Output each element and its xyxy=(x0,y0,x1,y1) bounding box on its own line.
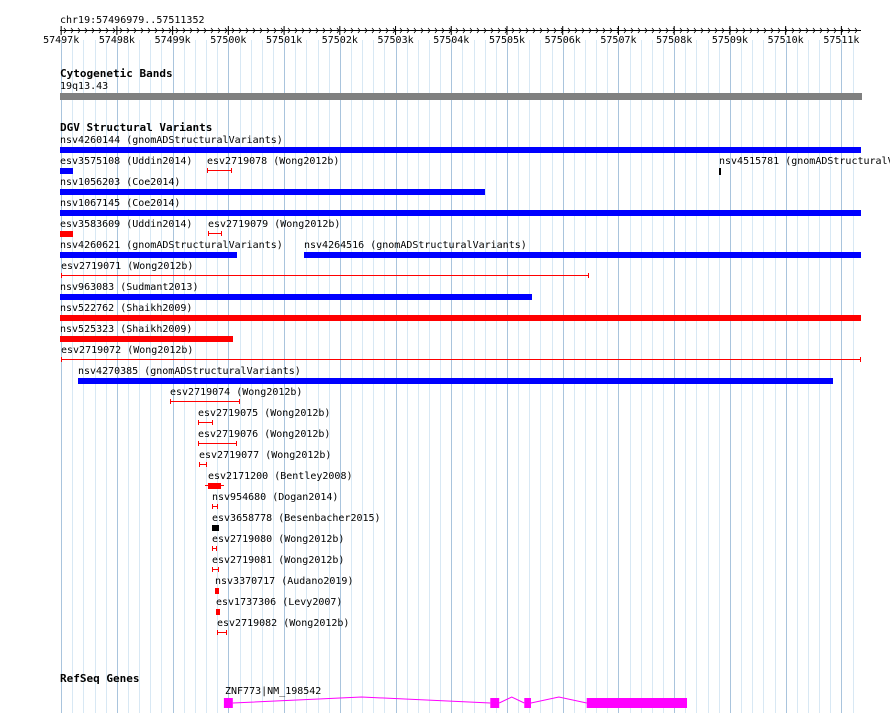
gene-intron xyxy=(232,696,491,704)
gene-intron xyxy=(530,696,587,704)
gene-exon xyxy=(490,698,500,708)
genome-browser-view: chr19:57496979..57511352 57497k 57498k 574… xyxy=(0,0,890,713)
gene-exon xyxy=(524,698,531,708)
gene-exon xyxy=(223,698,233,708)
gene-exon xyxy=(586,698,688,708)
gene-intron xyxy=(498,696,525,704)
gene-model[interactable] xyxy=(0,0,890,713)
